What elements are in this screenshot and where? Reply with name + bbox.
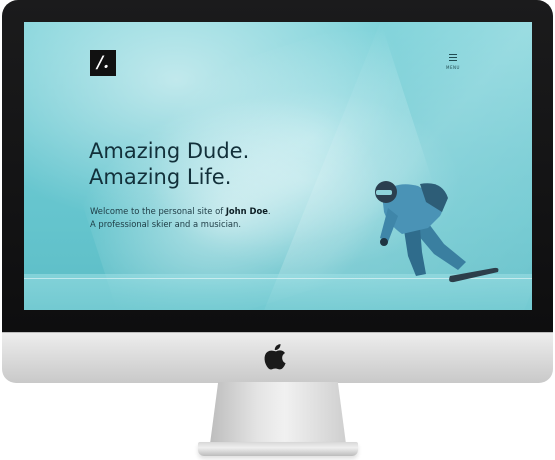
skier-image (375, 181, 499, 283)
hero-intro: Welcome to the personal site of John Doe… (90, 205, 330, 231)
hero-intro-line-2: A professional skier and a musician. (90, 219, 241, 229)
hero-title-line-2: Amazing Life. (89, 165, 232, 189)
monitor-stand (210, 382, 346, 444)
hero-title: Amazing Dude. Amazing Life. (89, 138, 329, 190)
menu-button[interactable]: MENU (442, 52, 464, 76)
imac-mockup: /. MENU Amazing Dude. Amazing Life. Welc… (0, 0, 555, 460)
hero-intro-line-1: Welcome to the personal site of John Doe… (90, 205, 330, 218)
site-logo[interactable]: /. (90, 50, 116, 76)
hero-title-line-1: Amazing Dude. (89, 139, 250, 163)
apple-logo-icon (264, 344, 286, 370)
intro-name: John Doe (225, 206, 268, 216)
monitor-stand-base (198, 442, 358, 456)
intro-suffix: . (267, 206, 271, 216)
website-screen: /. MENU Amazing Dude. Amazing Life. Welc… (24, 22, 532, 310)
intro-prefix: Welcome to the personal site of (90, 206, 226, 216)
menu-label: MENU (446, 65, 460, 70)
hamburger-menu-icon (449, 54, 457, 61)
